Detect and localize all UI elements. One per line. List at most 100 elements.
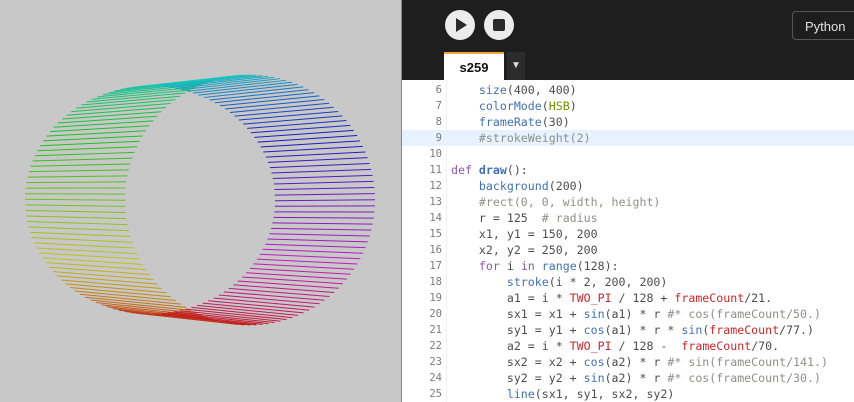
code-line[interactable]: 19 a1 = i * TWO_PI / 128 + frameCount/21… <box>402 290 854 306</box>
code-token: frameCount <box>709 323 780 337</box>
code-token: (a1) * r <box>604 307 668 321</box>
sketch-line <box>267 157 368 163</box>
code-line[interactable]: 9 #strokeWeight(2) <box>402 130 854 146</box>
code-line[interactable]: 13 #rect(0, 0, width, height) <box>402 194 854 210</box>
code-token: background <box>478 179 549 193</box>
tab-s259[interactable]: s259 <box>444 52 504 80</box>
stop-button[interactable] <box>484 10 514 40</box>
code-token: sin <box>583 307 605 321</box>
code-line[interactable]: 6 size(400, 400) <box>402 82 854 98</box>
code-text: r = 125 # radius <box>451 210 598 226</box>
code-line[interactable]: 16 x2, y2 = 250, 200 <box>402 242 854 258</box>
code-text: x1, y1 = 150, 200 <box>451 226 598 242</box>
line-number: 25 <box>429 388 442 400</box>
sketch-line <box>25 204 126 207</box>
sketch-line <box>30 163 131 167</box>
code-line[interactable]: 15 x1, y1 = 150, 200 <box>402 226 854 242</box>
code-line[interactable]: 22 a2 = i * TWO_PI / 128 - frameCount/70… <box>402 338 854 354</box>
sketch-line <box>28 226 129 232</box>
code-token: a2 = i * <box>451 339 570 353</box>
triangle-down-icon: ▼ <box>511 60 521 71</box>
code-line[interactable]: 24 sy2 = y2 + sin(a2) * r #* cos(frameCo… <box>402 370 854 386</box>
code-line[interactable]: 11 def draw(): <box>402 162 854 178</box>
sketch-line <box>228 287 330 297</box>
sketch-line <box>273 216 374 219</box>
sketch-line <box>52 271 154 280</box>
sketch-line <box>30 231 131 238</box>
run-button[interactable] <box>445 10 475 40</box>
sketch-line <box>229 102 330 113</box>
line-number: 20 <box>429 308 442 320</box>
code-editor[interactable]: 6 size(400, 400) 7 colorMode(HSB) 8 frameR… <box>402 80 854 402</box>
code-text: sy1 = y1 + cos(a1) * r * sin(frameCount/… <box>451 322 814 338</box>
code-line[interactable]: 21 sy1 = y1 + cos(a1) * r * sin(frameCou… <box>402 322 854 338</box>
sketch-line <box>267 238 368 243</box>
sketch-line <box>256 258 358 265</box>
code-token: /70. <box>751 339 780 353</box>
code-text: #strokeWeight(2) <box>451 130 591 146</box>
code-token: x2, y2 = 250, 200 <box>451 243 598 257</box>
code-text: def draw(): <box>451 162 528 178</box>
code-token: range <box>541 259 577 273</box>
code-token: colorMode <box>478 99 542 113</box>
code-line[interactable]: 14 r = 125 # radius <box>402 210 854 226</box>
code-token: ( <box>541 99 549 113</box>
sketch-line <box>249 267 351 275</box>
sketch-line <box>274 199 376 202</box>
code-token: i <box>499 259 521 273</box>
sketch-canvas <box>24 74 376 326</box>
code-token: (): <box>506 163 528 177</box>
code-line[interactable]: 20 sx1 = x1 + sin(a1) * r #* cos(frameCo… <box>402 306 854 322</box>
code-text: colorMode(HSB) <box>451 98 577 114</box>
sketch-line <box>85 296 186 308</box>
sketch-line <box>36 247 138 255</box>
code-token: #* sin(frameCount/141.) <box>667 355 828 369</box>
code-token: #strokeWeight(2) <box>451 131 591 145</box>
tab-bar: s259 ▼ <box>402 52 854 80</box>
sketch-line <box>32 237 133 243</box>
stop-icon <box>493 19 505 31</box>
code-line[interactable]: 23 sx2 = x2 + cos(a2) * r #* sin(frameCo… <box>402 354 854 370</box>
code-line[interactable]: 8 frameRate(30) <box>402 114 854 130</box>
code-line[interactable]: 18 stroke(i * 2, 200, 200) <box>402 274 854 290</box>
code-token: in <box>520 259 535 273</box>
sketch-line <box>28 169 129 173</box>
language-select[interactable]: Python <box>792 11 854 40</box>
sketch-line <box>192 81 292 94</box>
tab-menu-button[interactable]: ▼ <box>507 52 525 80</box>
code-token: #* cos(frameCount/30.) <box>667 371 821 385</box>
code-lines: 6 size(400, 400) 7 colorMode(HSB) 8 frameR… <box>402 82 854 402</box>
code-line[interactable]: 10 <box>402 146 854 162</box>
sketch-line <box>233 284 335 293</box>
code-text: for i in range(128): <box>451 258 619 274</box>
sketch-line <box>259 253 361 260</box>
code-token: frameCount <box>674 291 745 305</box>
line-number: 14 <box>429 212 442 224</box>
toolbar: Python <box>402 0 854 52</box>
code-line[interactable]: 25 line(sx1, sy1, sx2, sy2) <box>402 386 854 402</box>
code-line[interactable]: 12 background(200) <box>402 178 854 194</box>
sketch-line <box>274 193 375 196</box>
code-token: HSB <box>548 99 570 113</box>
play-icon <box>456 18 467 32</box>
sketch-line <box>26 215 127 220</box>
code-line[interactable]: 17 for i in range(128): <box>402 258 854 274</box>
code-token: sx1 = x1 + <box>451 307 584 321</box>
code-line[interactable]: 7 colorMode(HSB) <box>402 98 854 114</box>
code-token: #rect(0, 0, width, height) <box>451 195 661 209</box>
line-number: 11 <box>429 164 442 176</box>
code-text: sx2 = x2 + cos(a2) * r #* sin(frameCount… <box>451 354 828 370</box>
line-number: 9 <box>435 132 442 144</box>
sketch-line <box>40 140 140 147</box>
sketch-line <box>25 209 126 213</box>
line-number: 8 <box>435 116 442 128</box>
code-text: line(sx1, sy1, sx2, sy2) <box>451 386 675 402</box>
line-number: 15 <box>429 228 442 240</box>
line-number: 17 <box>429 260 442 272</box>
code-token: sin <box>681 323 703 337</box>
code-token: def <box>451 163 479 177</box>
